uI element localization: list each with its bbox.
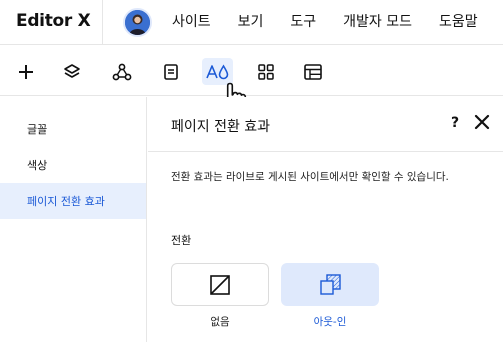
menu-help[interactable]: 도움말 — [439, 11, 478, 31]
menu-view[interactable]: 보기 — [238, 11, 264, 31]
panel-header: 페이지 전환 효과 ? — [148, 97, 503, 152]
apps-grid-icon — [257, 63, 274, 80]
apps-button[interactable] — [252, 58, 279, 85]
add-button[interactable] — [12, 58, 39, 85]
avatar[interactable] — [123, 8, 152, 37]
transition-option-out-in-label: 아웃-인 — [313, 316, 347, 328]
divider — [102, 0, 103, 45]
connections-icon — [112, 63, 131, 80]
sidebar: 글꼴 색상 페이지 전환 효과 — [0, 97, 147, 342]
page-transitions-panel: 페이지 전환 효과 ? 전환 효과는 라이브로 게시된 사이트에서만 확인할 수… — [148, 97, 503, 342]
transition-option-none-label: 없음 — [210, 316, 230, 328]
menu-site[interactable]: 사이트 — [172, 11, 211, 31]
transition-option-none[interactable] — [171, 263, 269, 306]
sidebar-item-fonts[interactable]: 글꼴 — [0, 111, 146, 147]
sidebar-item-colors[interactable]: 색상 — [0, 147, 146, 183]
section-label-transition: 전환 — [171, 234, 192, 247]
layers-button[interactable] — [58, 58, 85, 85]
add-icon — [18, 64, 33, 79]
table-icon — [303, 63, 322, 80]
close-icon[interactable] — [473, 113, 491, 131]
no-transition-icon — [210, 274, 230, 295]
avatar-image — [125, 10, 150, 35]
menu-dev-mode[interactable]: 개발자 모드 — [343, 11, 412, 31]
layers-icon — [63, 63, 80, 78]
theme-manager-icon — [205, 63, 228, 79]
menu-tools[interactable]: 도구 — [290, 11, 316, 31]
app-logo[interactable]: Editor X — [16, 11, 91, 31]
panel-title: 페이지 전환 효과 — [171, 119, 271, 135]
main-menu: 사이트 보기 도구 개발자 모드 도움말 — [172, 11, 503, 31]
panel-description: 전환 효과는 라이브로 게시된 사이트에서만 확인할 수 있습니다. — [171, 171, 449, 183]
transition-option-out-in[interactable] — [281, 263, 379, 306]
out-in-icon — [320, 273, 341, 295]
connections-button[interactable] — [108, 58, 135, 85]
help-button[interactable]: ? — [451, 115, 459, 131]
sidebar-item-page-transitions[interactable]: 페이지 전환 효과 — [0, 183, 146, 219]
top-bar: Editor X 사이트 보기 도구 개발자 모드 도움말 — [0, 0, 503, 45]
pages-button[interactable] — [157, 58, 184, 85]
pages-icon — [163, 63, 178, 80]
toolbar — [0, 46, 503, 96]
table-button[interactable] — [299, 58, 326, 85]
